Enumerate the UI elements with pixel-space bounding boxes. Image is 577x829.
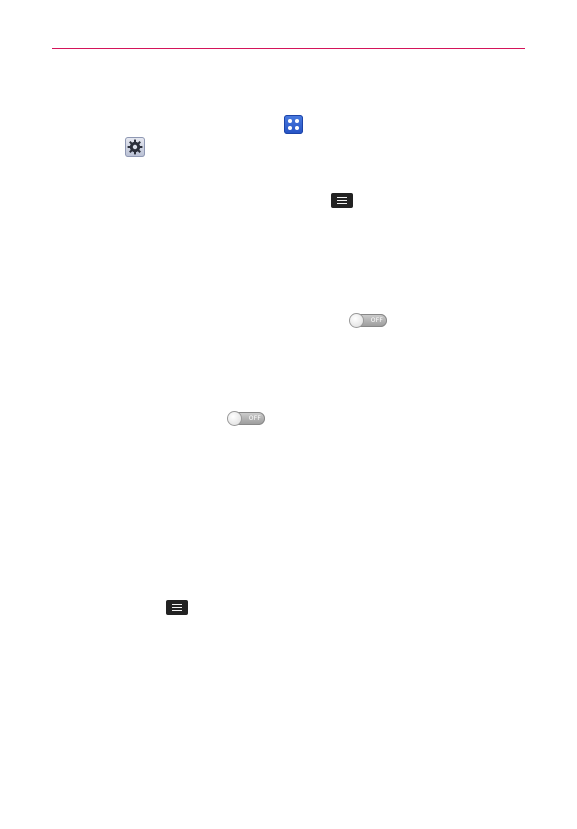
toggle-icon: OFF [350,314,387,327]
header-rule [52,48,525,49]
toggle-icon: OFF [228,412,265,425]
apps-icon [284,115,303,134]
menu-key-icon [331,193,353,208]
menu-key-icon [166,600,188,615]
toggle-label: OFF [248,415,261,422]
settings-icon [125,137,145,157]
toggle-label: OFF [370,317,383,324]
toggle-knob [350,314,363,327]
toggle-knob [228,412,241,425]
